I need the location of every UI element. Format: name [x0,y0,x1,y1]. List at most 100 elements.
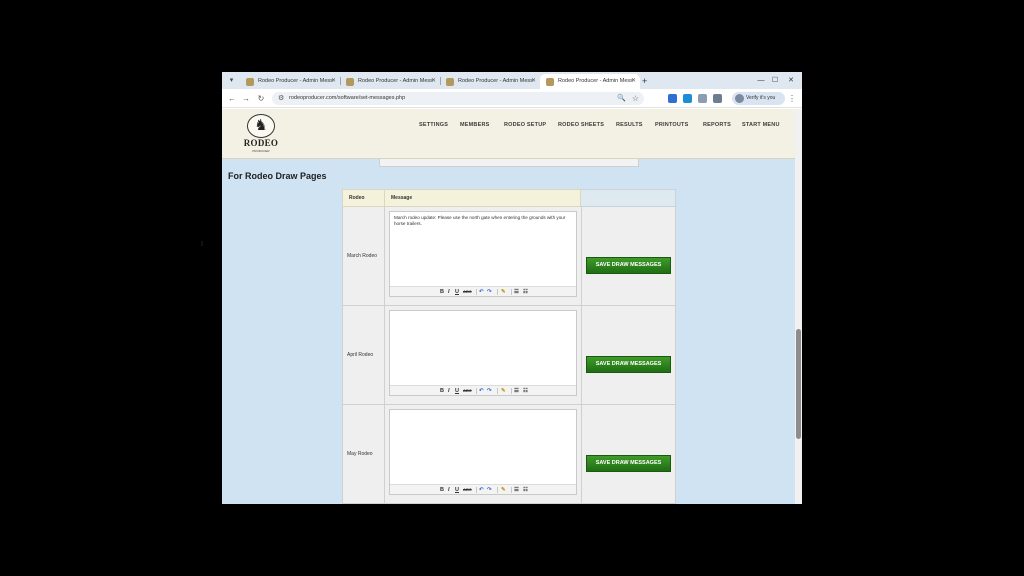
tab-search-icon[interactable]: ▾ [226,75,237,86]
tab-close-icon[interactable]: ✕ [531,74,536,89]
rodeo-name: March Rodeo [347,253,378,259]
address-bar[interactable]: ⚙ rodeoproducer.com/software/set-message… [272,92,644,105]
bold-icon[interactable]: B [440,486,444,494]
bullet-list-icon[interactable]: ☰ [514,288,519,296]
underline-icon[interactable]: U [455,486,459,494]
tab-favicon-icon [246,78,254,86]
new-tab-icon[interactable]: + [642,74,647,89]
save-draw-messages-button[interactable]: SAVE DRAW MESSAGES [586,257,671,274]
message-editor[interactable]: March rodeo update: Please use the north… [389,211,577,297]
strikethrough-icon[interactable]: ABC [463,387,472,395]
redo-icon[interactable]: ↷ [487,288,492,296]
tab-close-icon[interactable]: ✕ [431,74,436,89]
site-logo[interactable]: ♞ RODEO PRODUCER [240,113,282,155]
bullet-list-icon[interactable]: ☰ [514,486,519,494]
menu-rodeo-setup[interactable]: RODEO SETUP [504,122,546,128]
browser-menu-icon[interactable]: ⋮ [788,92,796,105]
page-scrollbar[interactable] [795,109,802,504]
menu-members[interactable]: MEMBERS [460,122,490,128]
column-header-empty [581,189,676,207]
profile-chip[interactable]: Verify it's you [732,92,785,105]
clean-icon[interactable]: ✎ [501,486,506,494]
tab-close-icon[interactable]: ✕ [631,74,636,89]
numbered-list-icon[interactable]: ☷ [523,486,528,494]
message-editor[interactable]: B I U ABC ↶ ↷ ✎ ☰ ☷ [389,409,577,495]
bold-icon[interactable]: B [440,288,444,296]
site-header: ♞ RODEO PRODUCER SETTINGS MEMBERS RODEO … [222,109,795,159]
forward-icon[interactable]: → [240,92,252,105]
save-draw-messages-button[interactable]: SAVE DRAW MESSAGES [586,356,671,373]
menu-settings[interactable]: SETTINGS [419,122,448,128]
editor-toolbar: B I U ABC ↶ ↷ ✎ ☰ ☷ [390,484,576,494]
undo-icon[interactable]: ↶ [479,486,484,494]
tab-title: Rodeo Producer - Admin Mess [358,78,433,84]
toolbar-separator [511,388,512,394]
section-title: For Rodeo Draw Pages [228,171,327,181]
italic-icon[interactable]: I [448,288,450,296]
underline-icon[interactable]: U [455,387,459,395]
extension-icon[interactable] [668,94,677,103]
message-text[interactable]: March rodeo update: Please use the north… [394,215,572,227]
redo-icon[interactable]: ↷ [487,387,492,395]
rodeo-cell: April Rodeo [342,306,385,405]
logo-text: RODEO [243,138,279,148]
scrollbar-thumb[interactable] [796,329,801,439]
maximize-icon[interactable]: ☐ [768,74,782,88]
italic-icon[interactable]: I [448,387,450,395]
tab-title: Rodeo Producer - Admin Mess [258,78,333,84]
tab-close-icon[interactable]: ✕ [331,74,336,89]
undo-icon[interactable]: ↶ [479,387,484,395]
tab-1[interactable]: Rodeo Producer - Admin Mess ✕ [240,74,340,89]
redo-icon[interactable]: ↷ [487,486,492,494]
tab-title: Rodeo Producer - Admin Mess [558,78,633,84]
toolbar-separator [511,487,512,493]
tab-2[interactable]: Rodeo Producer - Admin Mess ✕ [340,74,440,89]
message-editor[interactable]: B I U ABC ↶ ↷ ✎ ☰ ☷ [389,310,577,396]
url-text: rodeoproducer.com/software/set-messages.… [289,95,406,101]
extension-icon[interactable] [698,94,707,103]
italic-icon[interactable]: I [448,486,450,494]
tab-3[interactable]: Rodeo Producer - Admin Mess ✕ [440,74,540,89]
tab-4-active[interactable]: Rodeo Producer - Admin Mess ✕ [540,74,640,89]
undo-icon[interactable]: ↶ [479,288,484,296]
menu-start-menu[interactable]: START MENU [742,122,780,128]
draw-messages-table: Rodeo Message March Rodeo March rodeo up… [342,189,676,504]
toolbar-separator [497,487,498,493]
underline-icon[interactable]: U [455,288,459,296]
message-cell: B I U ABC ↶ ↷ ✎ ☰ ☷ [385,306,581,405]
menu-reports[interactable]: REPORTS [703,122,731,128]
button-cell: SAVE DRAW MESSAGES [581,207,676,306]
rodeo-cell: March Rodeo [342,207,385,306]
strikethrough-icon[interactable]: ABC [463,288,472,296]
toolbar-separator [476,487,477,493]
menu-results[interactable]: RESULTS [616,122,643,128]
clean-icon[interactable]: ✎ [501,387,506,395]
site-info-icon[interactable]: ⚙ [278,93,284,104]
bookmark-star-icon[interactable]: ☆ [632,92,639,105]
avatar [735,94,744,103]
tab-favicon-icon [446,78,454,86]
extension-icon[interactable] [683,94,692,103]
tab-favicon-icon [346,78,354,86]
clean-icon[interactable]: ✎ [501,288,506,296]
rodeo-name: April Rodeo [347,352,374,358]
bold-icon[interactable]: B [440,387,444,395]
strikethrough-icon[interactable]: ABC [463,486,472,494]
numbered-list-icon[interactable]: ☷ [523,387,528,395]
close-window-icon[interactable]: ✕ [784,74,798,88]
zoom-icon[interactable]: 🔍 [617,92,626,105]
save-draw-messages-button[interactable]: SAVE DRAW MESSAGES [586,455,671,472]
tab-title: Rodeo Producer - Admin Mess [458,78,533,84]
column-header-rodeo: Rodeo [342,189,385,207]
back-icon[interactable]: ← [226,92,238,105]
menu-rodeo-sheets[interactable]: RODEO SHEETS [558,122,604,128]
extensions-puzzle-icon[interactable] [713,94,722,103]
toolbar-separator [511,289,512,295]
menu-printouts[interactable]: PRINTOUTS [655,122,688,128]
numbered-list-icon[interactable]: ☷ [523,288,528,296]
table-row: April Rodeo B I U ABC ↶ ↷ ✎ ☰ ☷ SAVE DRA… [342,306,676,405]
bullet-list-icon[interactable]: ☰ [514,387,519,395]
minimize-icon[interactable]: — [754,74,768,88]
browser-toolbar: ← → ↻ ⚙ rodeoproducer.com/software/set-m… [222,89,802,108]
reload-icon[interactable]: ↻ [255,92,267,105]
